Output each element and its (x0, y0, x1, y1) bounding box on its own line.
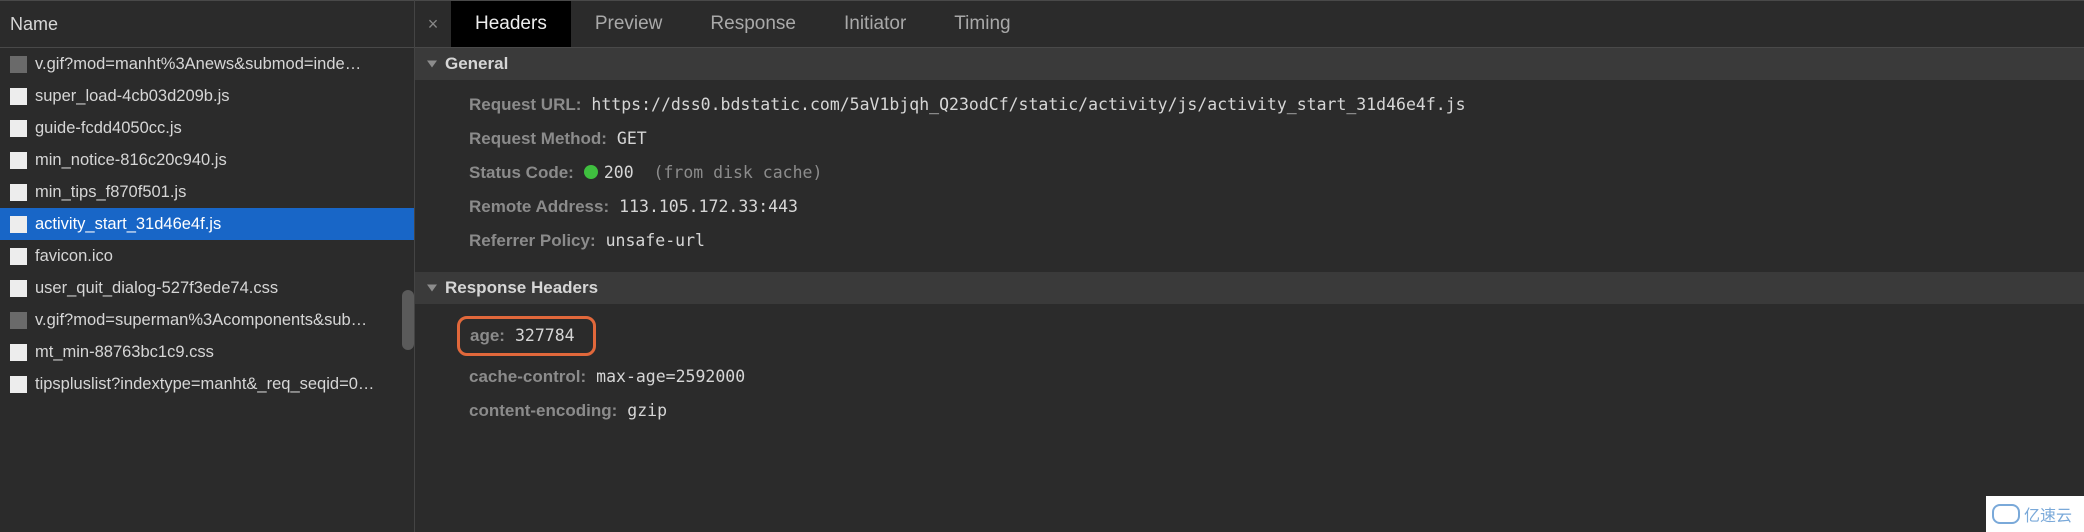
network-file-list-panel: Name v.gif?mod=manht%3Anews&submod=inde…… (0, 0, 415, 532)
file-name: mt_min-88763bc1c9.css (35, 343, 414, 362)
age-highlight: age: 327784 (457, 316, 596, 356)
cache-control-value: max-age=2592000 (596, 364, 745, 390)
file-icon (10, 312, 27, 329)
file-row[interactable]: super_load-4cb03d209b.js (0, 80, 414, 112)
file-name: v.gif?mod=superman%3Acomponents&sub… (35, 311, 414, 330)
name-column-header[interactable]: Name (0, 0, 414, 48)
file-row[interactable]: mt_min-88763bc1c9.css (0, 336, 414, 368)
request-method-row: Request Method: GET (469, 122, 2084, 156)
request-url-key: Request URL: (469, 92, 581, 118)
file-icon (10, 56, 27, 73)
file-list: v.gif?mod=manht%3Anews&submod=inde… super… (0, 48, 414, 400)
file-icon (10, 280, 27, 297)
file-row[interactable]: activity_start_31d46e4f.js (0, 208, 414, 240)
response-headers-section-header[interactable]: Response Headers (415, 272, 2084, 304)
tab-preview[interactable]: Preview (571, 1, 687, 47)
file-icon (10, 248, 27, 265)
referrer-policy-row: Referrer Policy: unsafe-url (469, 224, 2084, 258)
close-icon[interactable]: × (415, 14, 451, 35)
watermark: 亿速云 (1986, 496, 2084, 532)
file-icon (10, 344, 27, 361)
file-row[interactable]: v.gif?mod=manht%3Anews&submod=inde… (0, 48, 414, 80)
file-icon (10, 376, 27, 393)
file-name: tipspluslist?indextype=manht&_req_seqid=… (35, 375, 414, 394)
file-icon (10, 152, 27, 169)
file-name: user_quit_dialog-527f3ede74.css (35, 279, 414, 298)
cache-control-key: cache-control: (469, 364, 586, 390)
file-name: super_load-4cb03d209b.js (35, 87, 414, 106)
status-code-value: 200 (from disk cache) (584, 160, 823, 186)
status-code-key: Status Code: (469, 160, 574, 186)
tab-headers[interactable]: Headers (451, 1, 571, 47)
file-name: v.gif?mod=manht%3Anews&submod=inde… (35, 55, 414, 74)
file-row[interactable]: user_quit_dialog-527f3ede74.css (0, 272, 414, 304)
file-row[interactable]: favicon.ico (0, 240, 414, 272)
cache-control-row: cache-control: max-age=2592000 (469, 360, 2084, 394)
request-url-value: https://dss0.bdstatic.com/5aV1bjqh_Q23od… (591, 92, 1465, 118)
file-icon (10, 88, 27, 105)
tab-timing[interactable]: Timing (930, 1, 1034, 47)
details-panel: × HeadersPreviewResponseInitiatorTiming … (415, 0, 2084, 532)
tab-initiator[interactable]: Initiator (820, 1, 930, 47)
tab-response[interactable]: Response (686, 1, 820, 47)
request-method-value: GET (617, 126, 647, 152)
file-name: min_tips_f870f501.js (35, 183, 414, 202)
age-value: 327784 (515, 323, 575, 349)
referrer-policy-key: Referrer Policy: (469, 228, 596, 254)
headers-content: General Request URL: https://dss0.bdstat… (415, 48, 2084, 442)
remote-address-key: Remote Address: (469, 194, 609, 220)
file-row[interactable]: tipspluslist?indextype=manht&_req_seqid=… (0, 368, 414, 400)
request-method-key: Request Method: (469, 126, 607, 152)
left-scrollbar-thumb[interactable] (402, 290, 414, 350)
status-code-row: Status Code: 200 (from disk cache) (469, 156, 2084, 190)
file-name: guide-fcdd4050cc.js (35, 119, 414, 138)
general-section-body: Request URL: https://dss0.bdstatic.com/5… (415, 80, 2084, 272)
file-icon (10, 216, 27, 233)
file-row[interactable]: guide-fcdd4050cc.js (0, 112, 414, 144)
file-icon (10, 184, 27, 201)
referrer-policy-value: unsafe-url (606, 228, 705, 254)
file-icon (10, 120, 27, 137)
response-headers-section-body: age: 327784 cache-control: max-age=25920… (415, 304, 2084, 442)
content-encoding-key: content-encoding: (469, 398, 617, 424)
remote-address-row: Remote Address: 113.105.172.33:443 (469, 190, 2084, 224)
content-encoding-value: gzip (627, 398, 667, 424)
age-header-row: age: 327784 (469, 312, 2084, 360)
detail-tabs: × HeadersPreviewResponseInitiatorTiming (415, 0, 2084, 48)
file-row[interactable]: min_tips_f870f501.js (0, 176, 414, 208)
file-name: activity_start_31d46e4f.js (35, 215, 414, 234)
request-url-row: Request URL: https://dss0.bdstatic.com/5… (469, 88, 2084, 122)
file-row[interactable]: v.gif?mod=superman%3Acomponents&sub… (0, 304, 414, 336)
remote-address-value: 113.105.172.33:443 (619, 194, 798, 220)
general-section-header[interactable]: General (415, 48, 2084, 80)
status-dot-icon (584, 165, 598, 179)
age-key: age: (470, 323, 505, 349)
content-encoding-row: content-encoding: gzip (469, 394, 2084, 428)
file-name: min_notice-816c20c940.js (35, 151, 414, 170)
file-name: favicon.ico (35, 247, 414, 266)
file-row[interactable]: min_notice-816c20c940.js (0, 144, 414, 176)
